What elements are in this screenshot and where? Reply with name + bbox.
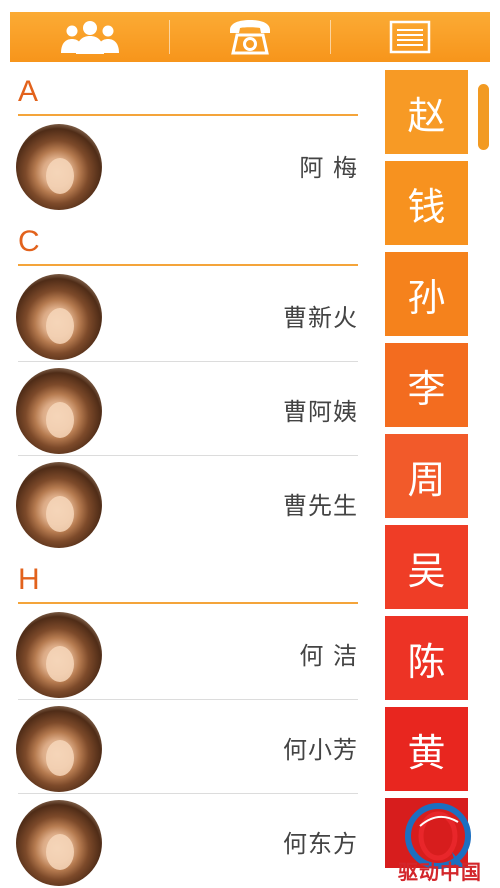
section-header: A <box>0 62 362 118</box>
contact-name: 曹新火 <box>283 304 358 332</box>
phone-tab-button[interactable] <box>170 12 329 62</box>
surname-index-item[interactable]: 黄 <box>385 707 468 791</box>
section-header: H <box>0 550 362 606</box>
surname-index-item[interactable]: 孙 <box>385 252 468 336</box>
section-header: C <box>0 212 362 268</box>
contact-name: 何东方 <box>283 830 358 858</box>
menu-tab-button[interactable] <box>331 12 490 62</box>
contact-row[interactable]: 阿 梅 <box>16 118 358 212</box>
section-divider <box>18 264 358 266</box>
scrollbar-track <box>478 80 490 880</box>
section-letter: H <box>18 563 40 596</box>
surname-index-item[interactable]: 吴 <box>385 525 468 609</box>
contact-avatar <box>16 706 102 792</box>
contact-row[interactable]: 曹新火 <box>16 268 358 362</box>
surname-index-item[interactable]: 李 <box>385 343 468 427</box>
contact-avatar <box>16 274 102 360</box>
section-divider <box>18 602 358 604</box>
surname-index-item[interactable]: 钱 <box>385 161 468 245</box>
contact-avatar <box>16 368 102 454</box>
contact-name: 曹阿姨 <box>283 398 358 426</box>
contact-row[interactable]: 何 洁 <box>16 606 358 700</box>
contact-row[interactable]: 曹先生 <box>16 456 358 550</box>
contact-row[interactable]: 何东方 <box>16 794 358 888</box>
scrollbar-thumb[interactable] <box>478 84 489 150</box>
contact-name: 曹先生 <box>283 492 358 520</box>
contact-avatar <box>16 800 102 886</box>
surname-index-item[interactable]: 周 <box>385 434 468 518</box>
contact-row[interactable]: 何小芳 <box>16 700 358 794</box>
contact-list: A 阿 梅 C 曹新火 曹阿姨 曹先生 H 何 洁 何小芳 何东方 <box>0 62 362 888</box>
surname-index: 赵 钱 孙 李 周 吴 陈 黄 <box>385 70 469 875</box>
phone-icon <box>229 20 270 55</box>
section-letter: C <box>18 225 40 258</box>
contact-name: 阿 梅 <box>299 154 358 182</box>
surname-index-item[interactable]: 赵 <box>385 70 468 154</box>
top-toolbar <box>10 12 490 62</box>
watermark-text: 驱动中国 <box>398 860 482 884</box>
section-letter: A <box>18 75 39 108</box>
contacts-tab-button[interactable] <box>10 12 169 62</box>
contact-name: 何小芳 <box>283 736 358 764</box>
contact-avatar <box>16 124 102 210</box>
menu-list-icon <box>390 20 431 54</box>
contact-name: 何 洁 <box>299 642 358 670</box>
surname-index-item[interactable]: 陈 <box>385 616 468 700</box>
contact-row[interactable]: 曹阿姨 <box>16 362 358 456</box>
section-divider <box>18 114 358 116</box>
contacts-screen: A 阿 梅 C 曹新火 曹阿姨 曹先生 H 何 洁 何小芳 何东方 赵 钱 孙 … <box>0 0 500 888</box>
contacts-group-icon <box>60 21 119 54</box>
contact-avatar <box>16 612 102 698</box>
contact-avatar <box>16 462 102 548</box>
